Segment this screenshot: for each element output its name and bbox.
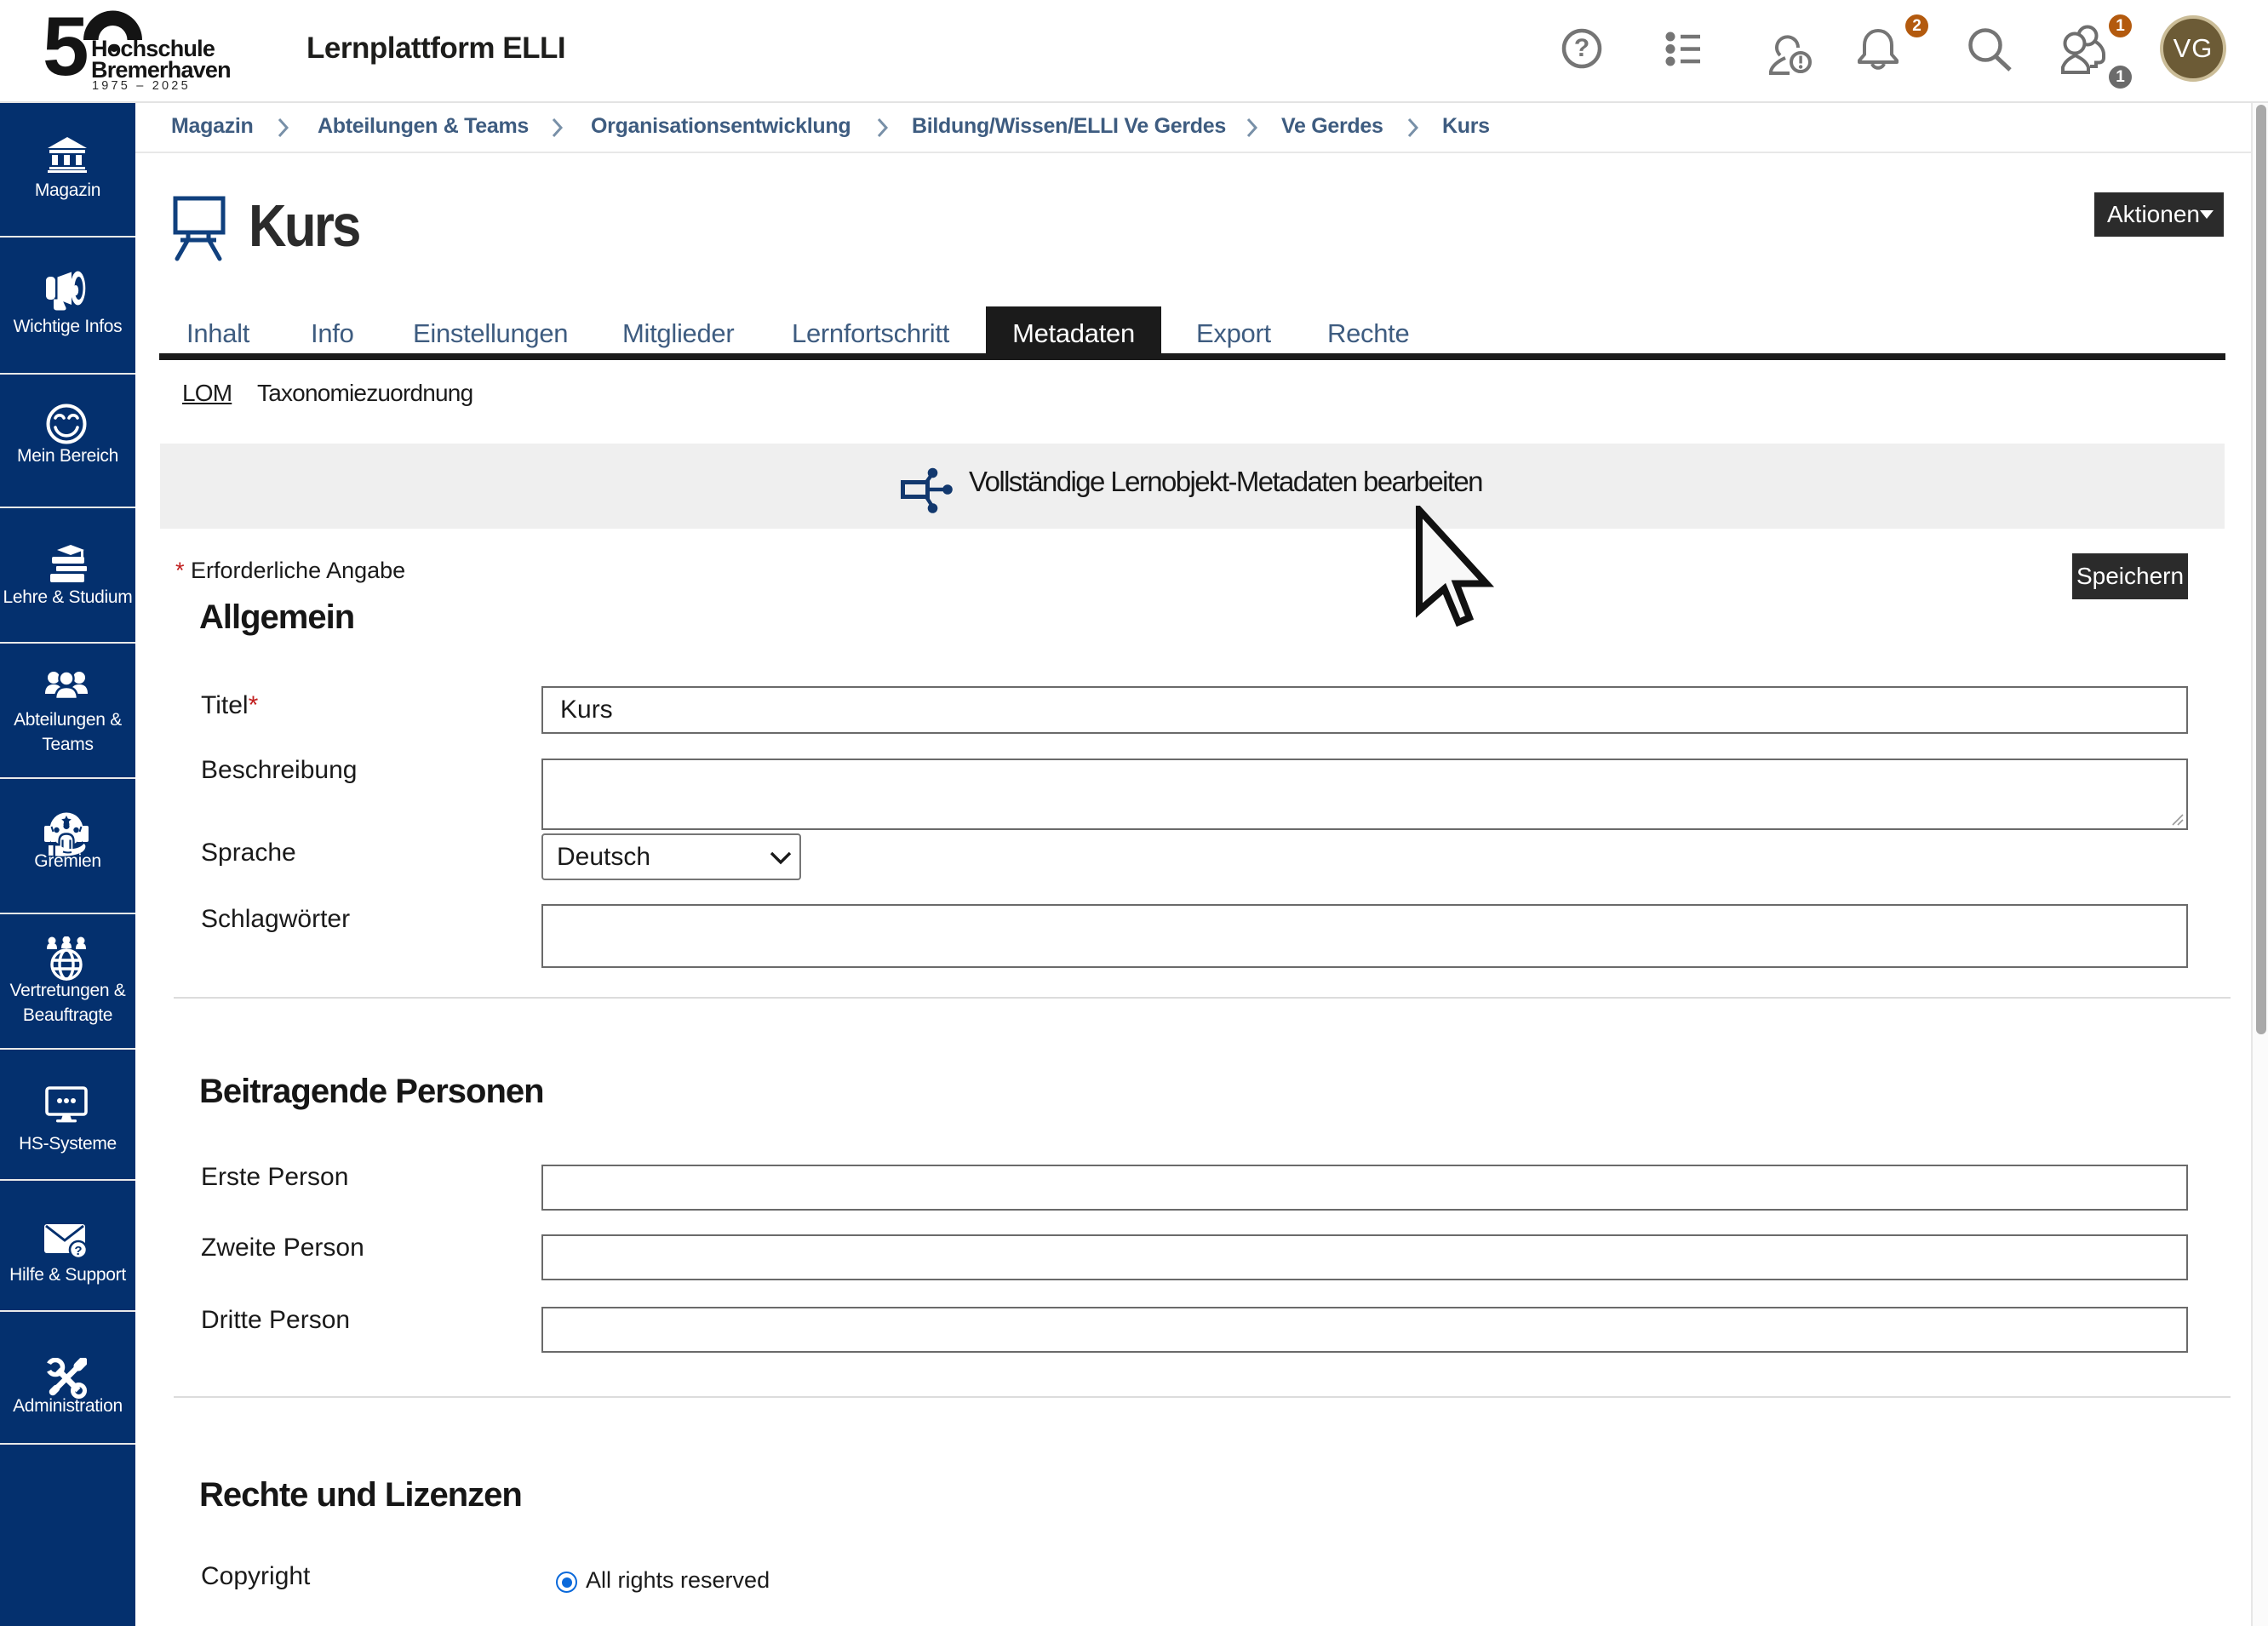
svg-text:5: 5: [43, 4, 87, 93]
svg-text:?: ?: [1574, 34, 1589, 62]
svg-text:?: ?: [74, 1244, 82, 1258]
svg-text:1975 – 2025: 1975 – 2025: [92, 79, 191, 93]
